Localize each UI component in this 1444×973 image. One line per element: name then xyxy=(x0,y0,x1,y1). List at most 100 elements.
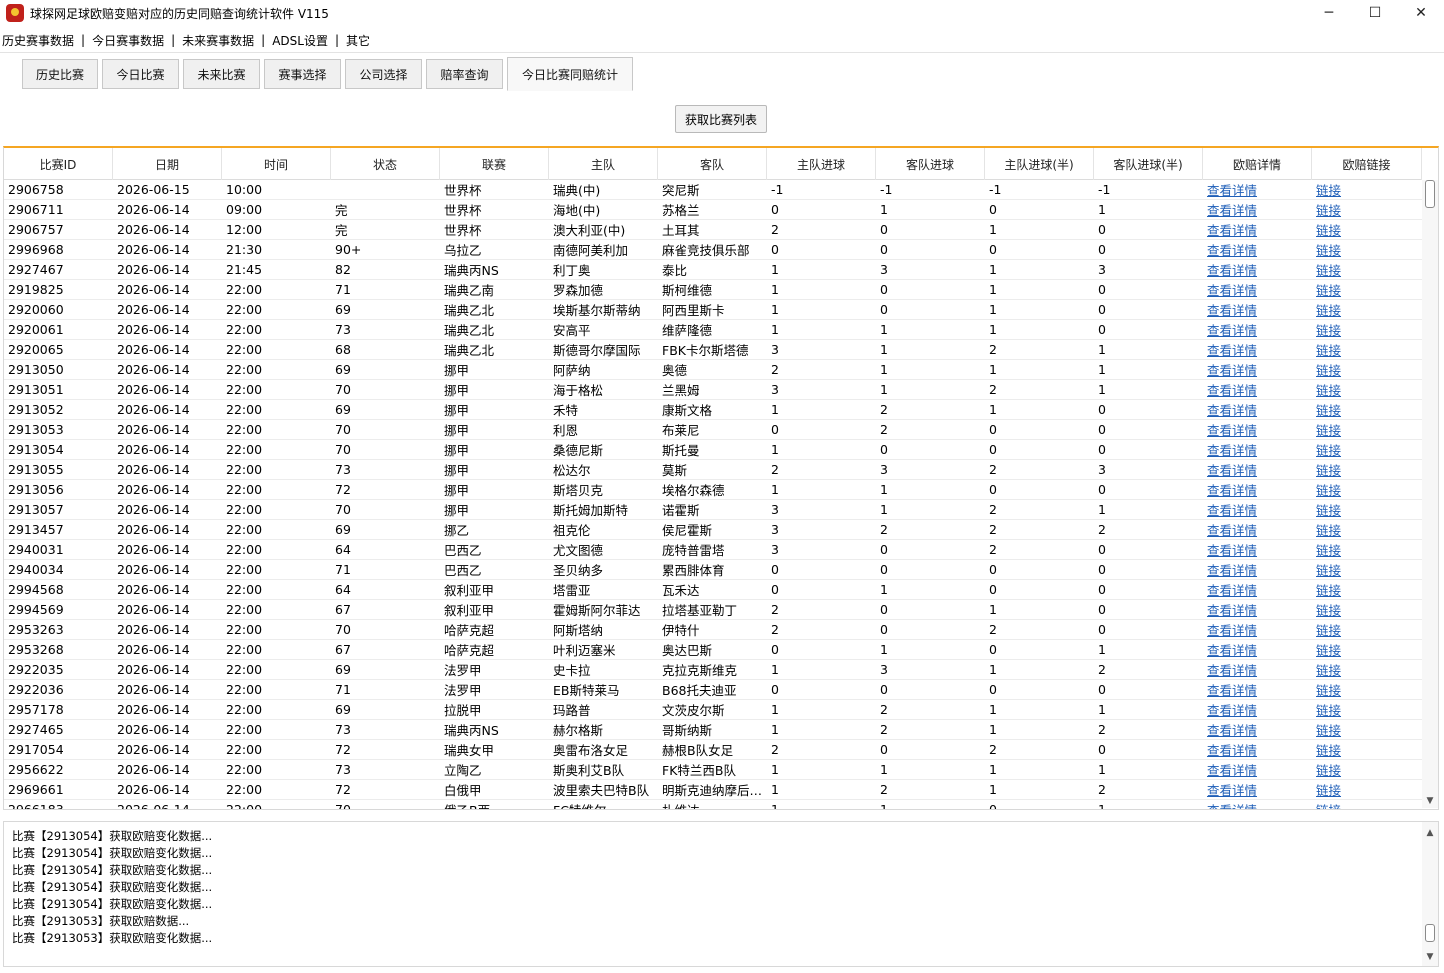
odds-link[interactable]: 链接 xyxy=(1316,780,1341,799)
view-detail-link[interactable]: 查看详情 xyxy=(1207,380,1257,399)
view-detail-link[interactable]: 查看详情 xyxy=(1207,560,1257,579)
view-detail-link[interactable]: 查看详情 xyxy=(1207,760,1257,779)
view-detail-link[interactable]: 查看详情 xyxy=(1207,400,1257,419)
table-row[interactable]: 2906757 2026-06-14 12:00 完 世界杯 澳大利亚(中) 土耳其 2 0 1 0… xyxy=(4,220,1422,240)
col-away-goals-header[interactable]: 客队进球 xyxy=(876,148,985,180)
odds-link[interactable]: 链接 xyxy=(1316,400,1341,419)
col-league-header[interactable]: 联赛 xyxy=(440,148,549,180)
odds-link[interactable]: 链接 xyxy=(1316,200,1341,219)
tab-company-select[interactable]: 公司选择 xyxy=(345,59,422,89)
odds-link[interactable]: 链接 xyxy=(1316,420,1341,439)
table-row[interactable]: 2956622 2026-06-14 22:00 73 立陶乙 斯奥利艾B队 FK特兰西B队… xyxy=(4,760,1422,780)
odds-link[interactable]: 链接 xyxy=(1316,600,1341,619)
minimize-button[interactable]: ─ xyxy=(1306,0,1352,26)
table-row[interactable]: 2927467 2026-06-14 21:45 82 瑞典丙NS 利丁奥 泰比 1 3 1 3 查看… xyxy=(4,260,1422,280)
odds-link[interactable]: 链接 xyxy=(1316,720,1341,739)
view-detail-link[interactable]: 查看详情 xyxy=(1207,780,1257,799)
view-detail-link[interactable]: 查看详情 xyxy=(1207,540,1257,559)
view-detail-link[interactable]: 查看详情 xyxy=(1207,740,1257,759)
col-time-header[interactable]: 时间 xyxy=(222,148,331,180)
scroll-down-icon[interactable]: ▼ xyxy=(1425,796,1435,806)
table-row[interactable]: 2953263 2026-06-14 22:00 70 哈萨克超 阿斯塔纳 伊特什 2 0 2 0 查… xyxy=(4,620,1422,640)
col-date-header[interactable]: 日期 xyxy=(113,148,222,180)
table-row[interactable]: 2913052 2026-06-14 22:00 69 挪甲 禾特 康斯文格 1 2 1 0 查看详情… xyxy=(4,400,1422,420)
table-row[interactable]: 2994569 2026-06-14 22:00 67 叙利亚甲 霍姆斯阿尔菲达 拉塔基亚勒… xyxy=(4,600,1422,620)
view-detail-link[interactable]: 查看详情 xyxy=(1207,180,1257,199)
table-row[interactable]: 2913056 2026-06-14 22:00 72 挪甲 斯塔贝克 埃格尔森德 1 1 0 0 查… xyxy=(4,480,1422,500)
odds-link[interactable]: 链接 xyxy=(1316,260,1341,279)
view-detail-link[interactable]: 查看详情 xyxy=(1207,220,1257,239)
table-row[interactable]: 2913057 2026-06-14 22:00 70 挪甲 斯托姆加斯特 诺霍斯 3 1 2 1 查… xyxy=(4,500,1422,520)
view-detail-link[interactable]: 查看详情 xyxy=(1207,200,1257,219)
table-row[interactable]: 2920060 2026-06-14 22:00 69 瑞典乙北 埃斯基尔斯蒂纳 阿西里斯卡… xyxy=(4,300,1422,320)
table-row[interactable]: 2940031 2026-06-14 22:00 64 巴西乙 尤文图德 庞特普雷塔 3 0 2 0… xyxy=(4,540,1422,560)
menu-future-data[interactable]: 未来赛事数据 xyxy=(180,32,256,49)
menu-other[interactable]: 其它 xyxy=(344,32,372,49)
tab-history-matches[interactable]: 历史比赛 xyxy=(22,59,98,89)
odds-link[interactable]: 链接 xyxy=(1316,580,1341,599)
table-row[interactable]: 2917054 2026-06-14 22:00 72 瑞典女甲 奥雷布洛女足 赫根B队女足… xyxy=(4,740,1422,760)
view-detail-link[interactable]: 查看详情 xyxy=(1207,800,1257,809)
tab-odds-query[interactable]: 赔率查询 xyxy=(426,59,503,89)
table-row[interactable]: 2913051 2026-06-14 22:00 70 挪甲 海于格松 兰黑姆 3 1 2 1 查看详… xyxy=(4,380,1422,400)
odds-link[interactable]: 链接 xyxy=(1316,440,1341,459)
odds-link[interactable]: 链接 xyxy=(1316,320,1341,339)
table-row[interactable]: 2996968 2026-06-14 21:30 90+ 乌拉乙 南德阿美利加 麻雀竞技俱乐… xyxy=(4,240,1422,260)
odds-link[interactable]: 链接 xyxy=(1316,540,1341,559)
view-detail-link[interactable]: 查看详情 xyxy=(1207,600,1257,619)
view-detail-link[interactable]: 查看详情 xyxy=(1207,420,1257,439)
odds-link[interactable]: 链接 xyxy=(1316,680,1341,699)
view-detail-link[interactable]: 查看详情 xyxy=(1207,660,1257,679)
grid-vertical-scrollbar[interactable]: ▲ ▼ xyxy=(1422,180,1438,808)
view-detail-link[interactable]: 查看详情 xyxy=(1207,280,1257,299)
menu-today-data[interactable]: 今日赛事数据 xyxy=(90,32,166,49)
tab-today-same-odds-stats[interactable]: 今日比赛同赔统计 xyxy=(507,57,633,91)
table-row[interactable]: 2927465 2026-06-14 22:00 73 瑞典丙NS 赫尔格斯 哥斯纳斯 1 2 1… xyxy=(4,720,1422,740)
view-detail-link[interactable]: 查看详情 xyxy=(1207,700,1257,719)
view-detail-link[interactable]: 查看详情 xyxy=(1207,240,1257,259)
col-odds-detail-header[interactable]: 欧赔详情 xyxy=(1203,148,1312,180)
odds-link[interactable]: 链接 xyxy=(1316,740,1341,759)
col-home-goals-header[interactable]: 主队进球 xyxy=(767,148,876,180)
odds-link[interactable]: 链接 xyxy=(1316,660,1341,679)
view-detail-link[interactable]: 查看详情 xyxy=(1207,640,1257,659)
odds-link[interactable]: 链接 xyxy=(1316,300,1341,319)
odds-link[interactable]: 链接 xyxy=(1316,360,1341,379)
odds-link[interactable]: 链接 xyxy=(1316,180,1341,199)
odds-link[interactable]: 链接 xyxy=(1316,560,1341,579)
table-row[interactable]: 2913055 2026-06-14 22:00 73 挪甲 松达尔 莫斯 2 3 2 3 查看详情 链… xyxy=(4,460,1422,480)
table-row[interactable]: 2913050 2026-06-14 22:00 69 挪甲 阿萨纳 奥德 2 1 1 1 查看详情 链… xyxy=(4,360,1422,380)
table-row[interactable]: 2940034 2026-06-14 22:00 71 巴西乙 圣贝纳多 累西腓体育 0 0 0 0… xyxy=(4,560,1422,580)
col-away-goals-half-header[interactable]: 客队进球(半) xyxy=(1094,148,1203,180)
table-row[interactable]: 2913054 2026-06-14 22:00 70 挪甲 桑德尼斯 斯托曼 1 0 0 0 查看详… xyxy=(4,440,1422,460)
table-row[interactable]: 2906758 2026-06-15 10:00 世界杯 瑞典(中) 突尼斯 -1 -1 -1 -… xyxy=(4,180,1422,200)
odds-link[interactable]: 链接 xyxy=(1316,640,1341,659)
view-detail-link[interactable]: 查看详情 xyxy=(1207,300,1257,319)
col-status-header[interactable]: 状态 xyxy=(331,148,440,180)
table-row[interactable]: 2966183 2026-06-14 22:00 70 俄乙B西FC特维尔扎维达 1 1 0 1… xyxy=(4,800,1422,809)
menu-history-data[interactable]: 历史赛事数据 xyxy=(0,32,76,49)
table-row[interactable]: 2906711 2026-06-14 09:00 完 世界杯 海地(中) 苏格兰 0 1 0 1 查看… xyxy=(4,200,1422,220)
table-row[interactable]: 2957178 2026-06-14 22:00 69 拉脱甲 玛路普 文茨皮尔斯 1 2 1 1 查… xyxy=(4,700,1422,720)
close-button[interactable]: ✕ xyxy=(1398,0,1444,26)
odds-link[interactable]: 链接 xyxy=(1316,760,1341,779)
col-home-goals-half-header[interactable]: 主队进球(半) xyxy=(985,148,1094,180)
col-match-id-header[interactable]: 比赛ID xyxy=(4,148,113,180)
col-away-team-header[interactable]: 客队 xyxy=(658,148,767,180)
table-row[interactable]: 2913457 2026-06-14 22:00 69 挪乙 祖克伦 侯尼霍斯 3 2 2 2 查看详… xyxy=(4,520,1422,540)
view-detail-link[interactable]: 查看详情 xyxy=(1207,520,1257,539)
odds-link[interactable]: 链接 xyxy=(1316,480,1341,499)
odds-link[interactable]: 链接 xyxy=(1316,340,1341,359)
table-row[interactable]: 2922035 2026-06-14 22:00 69 法罗甲 史卡拉 克拉克斯维克 1 3 1 2… xyxy=(4,660,1422,680)
table-row[interactable]: 2919825 2026-06-14 22:00 71 瑞典乙南 罗森加德 斯柯维德 1 0 1 0… xyxy=(4,280,1422,300)
log-vertical-scrollbar[interactable]: ▲ ▼ xyxy=(1422,822,1438,966)
view-detail-link[interactable]: 查看详情 xyxy=(1207,260,1257,279)
scroll-down-icon[interactable]: ▼ xyxy=(1425,952,1435,962)
odds-link[interactable]: 链接 xyxy=(1316,700,1341,719)
scroll-up-icon[interactable]: ▲ xyxy=(1425,828,1435,838)
view-detail-link[interactable]: 查看详情 xyxy=(1207,360,1257,379)
table-row[interactable]: 2922036 2026-06-14 22:00 71 法罗甲 EB斯特莱马 B68托夫迪亚… xyxy=(4,680,1422,700)
view-detail-link[interactable]: 查看详情 xyxy=(1207,320,1257,339)
col-odds-link-header[interactable]: 欧赔链接 xyxy=(1312,148,1422,180)
menu-adsl-settings[interactable]: ADSL设置 xyxy=(270,32,330,49)
